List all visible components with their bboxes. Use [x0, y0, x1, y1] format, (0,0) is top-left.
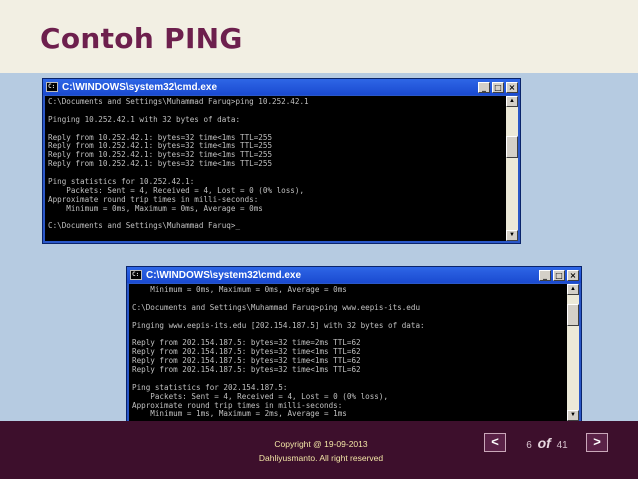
vertical-scrollbar[interactable]: ▲ ▼ [506, 96, 518, 241]
console-line: Minimum = 1ms, Maximum = 2ms, Average = … [132, 409, 347, 419]
console-line: Minimum = 0ms, Maximum = 0ms, Average = … [48, 203, 263, 213]
console-line: Pinging 10.252.42.1 with 32 bytes of dat… [48, 114, 241, 124]
copyright-line-1: Copyright @ 19-09-2013 [274, 439, 368, 449]
console-line: Pinging www.eepis-its.edu [202.154.187.5… [132, 320, 425, 330]
next-slide-button[interactable]: > [586, 433, 608, 452]
console-output[interactable]: Minimum = 0ms, Maximum = 0ms, Average = … [129, 284, 567, 421]
page-indicator: 6 of 41 [516, 434, 578, 455]
console-line: Minimum = 0ms, Maximum = 0ms, Average = … [132, 285, 347, 294]
maximize-button[interactable]: □ [553, 269, 565, 281]
console-line: Reply from 202.154.187.5: bytes=32 time<… [132, 365, 361, 375]
console-line: Reply from 10.252.42.1: bytes=32 time<1m… [48, 159, 273, 169]
scroll-down-icon[interactable]: ▼ [506, 230, 518, 241]
minimize-button[interactable]: _ [478, 81, 490, 93]
previous-slide-button[interactable]: < [484, 433, 506, 452]
cmd-app-icon: C: [46, 82, 58, 92]
close-button[interactable]: × [567, 269, 579, 281]
window-titlebar[interactable]: C: C:\WINDOWS\system32\cmd.exe _ □ × [127, 267, 581, 283]
scroll-up-icon[interactable]: ▲ [506, 96, 518, 107]
console-output[interactable]: C:\Documents and Settings\Muhammad Faruq… [45, 96, 506, 241]
window-titlebar[interactable]: C: C:\WINDOWS\system32\cmd.exe _ □ × [43, 79, 520, 95]
window-title: C:\WINDOWS\system32\cmd.exe [146, 269, 302, 281]
close-button[interactable]: × [506, 81, 518, 93]
total-pages: 41 [556, 440, 568, 451]
scroll-down-icon[interactable]: ▼ [567, 410, 579, 421]
copyright-line-2: Dahliyusmanto. All right reserved [258, 453, 384, 463]
maximize-button[interactable]: □ [492, 81, 504, 93]
scroll-thumb[interactable] [506, 136, 518, 158]
scroll-up-icon[interactable]: ▲ [567, 284, 579, 295]
slide-title: Contoh PING [40, 22, 243, 55]
cmd-window-2[interactable]: C: C:\WINDOWS\system32\cmd.exe _ □ × Min… [126, 266, 582, 424]
scroll-thumb[interactable] [567, 304, 579, 326]
console-line: C:\Documents and Settings\Muhammad Faruq… [48, 221, 241, 231]
vertical-scrollbar[interactable]: ▲ ▼ [567, 284, 579, 421]
cmd-app-icon: C: [130, 270, 142, 280]
current-page: 6 [526, 440, 532, 451]
copyright-notice: Copyright @ 19-09-2013 Dahliyusmanto. Al… [236, 437, 406, 465]
of-label: of [537, 435, 551, 451]
console-line: C:\Documents and Settings\Muhammad Faruq… [132, 302, 421, 312]
console-line: C:\Documents and Settings\Muhammad Faruq… [48, 97, 309, 106]
cmd-window-1[interactable]: C: C:\WINDOWS\system32\cmd.exe _ □ × C:\… [42, 78, 521, 244]
minimize-button[interactable]: _ [539, 269, 551, 281]
window-title: C:\WINDOWS\system32\cmd.exe [62, 81, 218, 93]
